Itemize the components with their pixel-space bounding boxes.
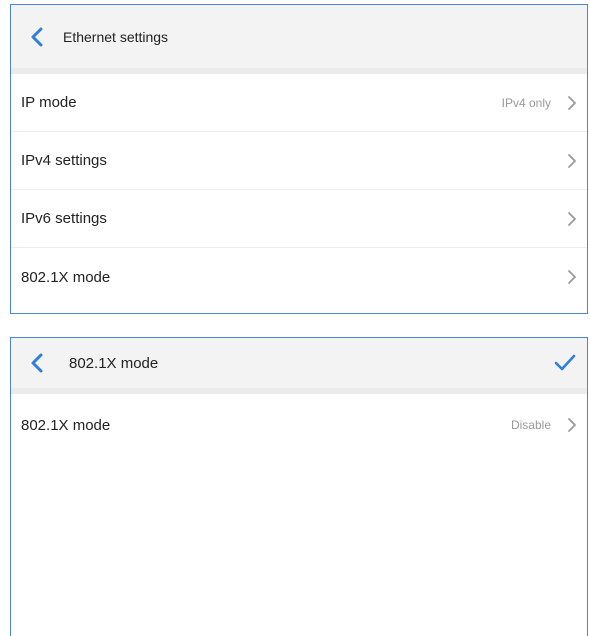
page-title: 802.1X mode xyxy=(69,354,159,372)
chevron-left-icon xyxy=(31,27,43,46)
row-label: 802.1X mode xyxy=(21,416,111,434)
chevron-left-icon xyxy=(31,353,43,373)
ethernet-settings-panel: Ethernet settings IP mode IPv4 only IPv4… xyxy=(10,4,588,314)
dot1x-mode-row[interactable]: 802.1X mode xyxy=(11,248,587,306)
row-label: IPv6 settings xyxy=(21,210,107,227)
dot1x-mode-panel: 802.1X mode 802.1X mode Disable xyxy=(10,337,588,636)
checkmark-icon xyxy=(554,354,576,371)
page-title: Ethernet settings xyxy=(63,28,169,45)
dot1x-mode-select-row[interactable]: 802.1X mode Disable xyxy=(11,394,587,456)
confirm-button[interactable] xyxy=(543,338,587,388)
chevron-right-icon xyxy=(565,211,579,227)
row-label: IP mode xyxy=(21,94,77,111)
ip-mode-value: IPv4 only xyxy=(501,95,551,110)
ipv4-settings-row[interactable]: IPv4 settings xyxy=(11,132,587,190)
chevron-right-icon xyxy=(565,417,579,433)
row-label: 802.1X mode xyxy=(21,268,111,286)
chevron-right-icon xyxy=(565,269,579,285)
back-button[interactable] xyxy=(11,5,63,68)
chevron-right-icon xyxy=(565,95,579,111)
ipv6-settings-row[interactable]: IPv6 settings xyxy=(11,190,587,248)
dot1x-mode-header: 802.1X mode xyxy=(11,338,587,394)
ethernet-settings-header: Ethernet settings xyxy=(11,5,587,74)
dot1x-mode-value: Disable xyxy=(510,418,551,432)
back-button[interactable] xyxy=(11,338,63,388)
ip-mode-row[interactable]: IP mode IPv4 only xyxy=(11,74,587,132)
row-label: IPv4 settings xyxy=(21,152,107,169)
chevron-right-icon xyxy=(565,153,579,169)
